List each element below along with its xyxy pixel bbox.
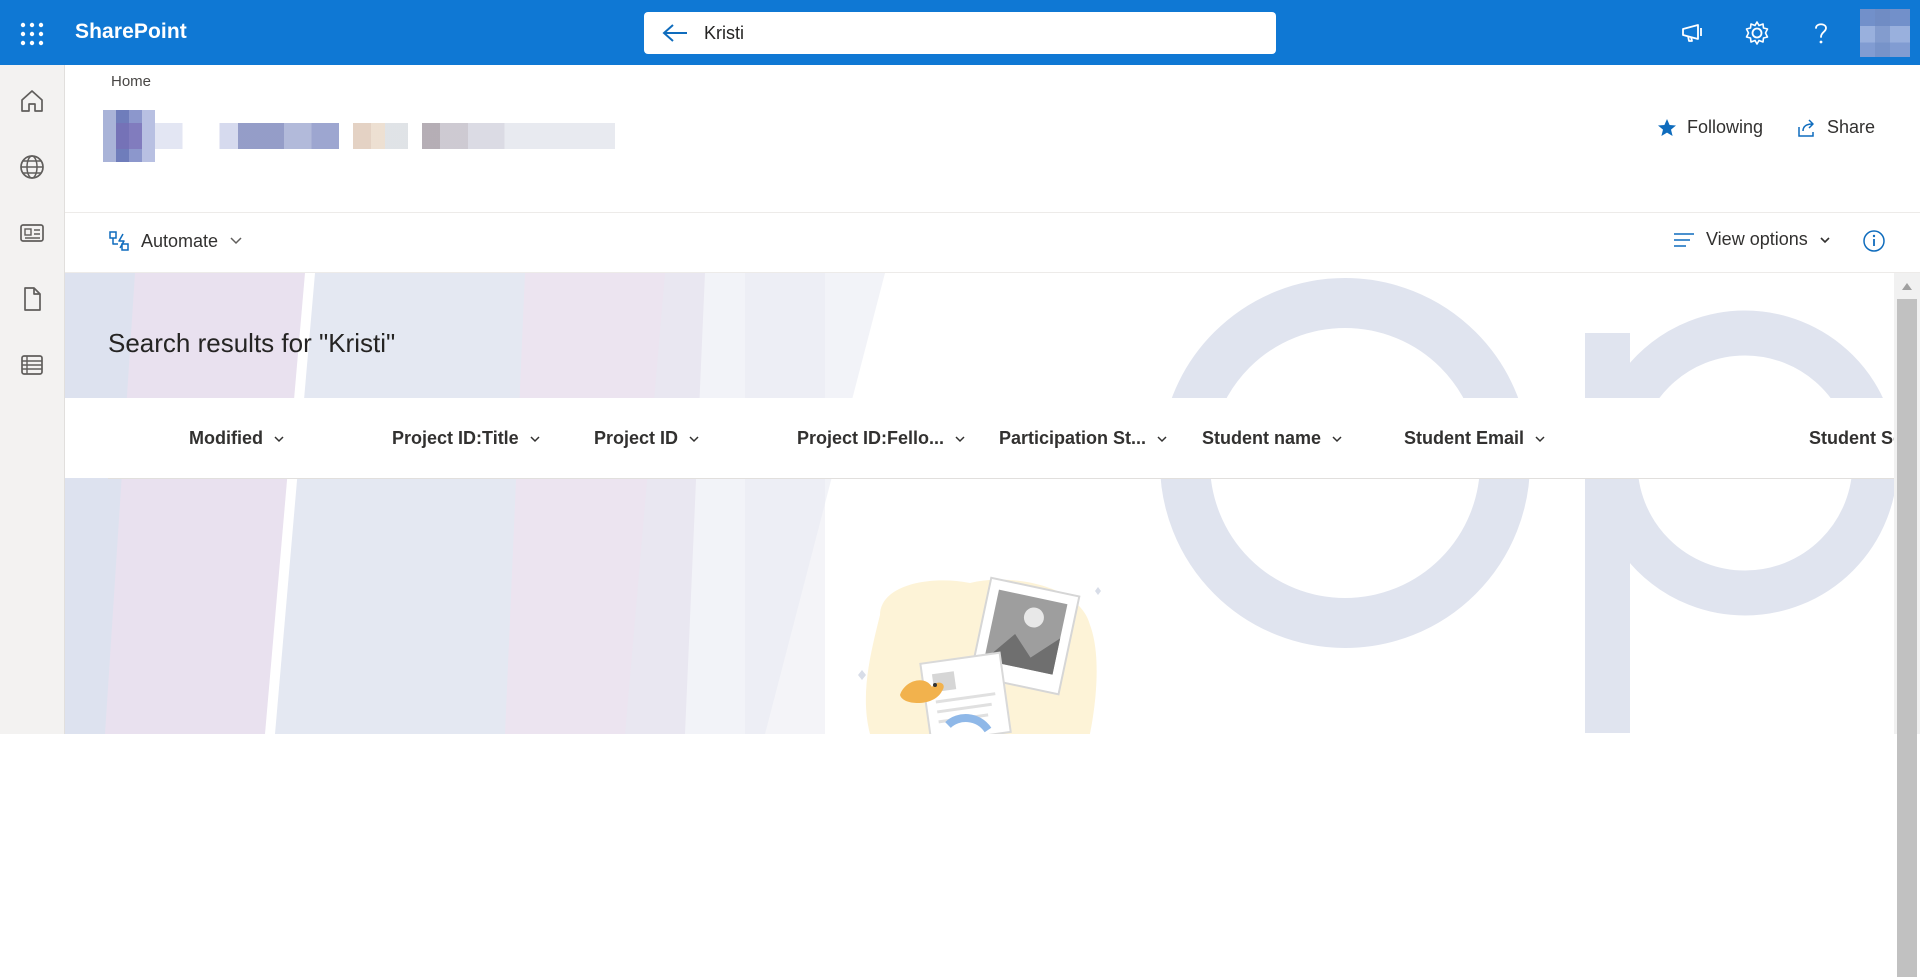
share-label: Share	[1827, 117, 1876, 137]
gear-icon[interactable]	[1742, 18, 1772, 48]
header-divider	[65, 212, 1920, 213]
chevron-down-icon	[955, 435, 965, 442]
column-header-participation-status[interactable]: Participation St...	[999, 428, 1168, 449]
megaphone-icon[interactable]	[1678, 18, 1708, 48]
chevron-down-icon	[1332, 435, 1342, 442]
column-header-student-name[interactable]: Student name	[1202, 428, 1343, 449]
chevron-down-icon	[230, 237, 242, 245]
scrollbar-thumb[interactable]	[1897, 299, 1917, 977]
back-arrow-icon[interactable]	[662, 23, 688, 43]
site-title-redacted	[155, 123, 615, 149]
avatar[interactable]	[1860, 9, 1910, 57]
app-brand[interactable]: SharePoint	[75, 20, 187, 44]
column-header-project-id-fellow[interactable]: Project ID:Fello...	[797, 428, 966, 449]
column-header-project-id-title[interactable]: Project ID:Title	[392, 428, 541, 449]
chevron-down-icon	[1157, 435, 1167, 442]
chevron-down-icon	[274, 435, 284, 442]
automate-menu-button[interactable]: Automate	[107, 229, 244, 253]
view-options-label: View options	[1706, 229, 1808, 249]
chevron-down-icon	[1820, 236, 1830, 243]
globe-icon[interactable]	[18, 153, 46, 181]
search-box[interactable]: Kristi	[644, 12, 1276, 54]
automate-flow-icon	[109, 231, 129, 251]
column-header-modified[interactable]: Modified	[189, 428, 285, 449]
search-results-title: Search results for "Kristi"	[108, 328, 396, 358]
view-options-button[interactable]: View options	[1672, 229, 1832, 250]
scroll-up-arrow-icon[interactable]	[1901, 281, 1913, 291]
follow-label: Following	[1687, 117, 1764, 137]
column-headers: Modified Project ID:Title Project ID Pro…	[108, 398, 1894, 479]
share-icon	[1798, 118, 1814, 137]
left-rail	[0, 65, 65, 734]
empty-state-illustration	[858, 576, 1101, 734]
home-icon[interactable]	[18, 87, 46, 115]
suite-bar: SharePoint Kristi	[0, 0, 1920, 65]
help-icon[interactable]	[1806, 18, 1836, 48]
automate-label: Automate	[141, 230, 219, 251]
document-icon[interactable]	[18, 285, 46, 313]
column-header-student-email[interactable]: Student Email	[1404, 428, 1546, 449]
app-launcher-icon[interactable]	[20, 22, 44, 46]
breadcrumb[interactable]: Home	[111, 73, 151, 90]
share-button[interactable]: Share	[1797, 117, 1875, 138]
info-icon[interactable]	[1862, 229, 1886, 253]
lines-icon	[1674, 232, 1694, 247]
vertical-scrollbar[interactable]	[1894, 273, 1920, 977]
column-header-student-school[interactable]: Student Sc	[1809, 428, 1894, 449]
list-icon[interactable]	[18, 351, 46, 379]
site-logo[interactable]	[103, 110, 155, 162]
chevron-down-icon	[1535, 435, 1545, 442]
news-icon[interactable]	[18, 219, 46, 247]
follow-button[interactable]: Following	[1657, 117, 1763, 138]
chevron-down-icon	[530, 435, 540, 442]
column-header-project-id[interactable]: Project ID	[594, 428, 700, 449]
search-input[interactable]: Kristi	[704, 23, 744, 44]
star-icon	[1658, 118, 1676, 136]
chevron-down-icon	[689, 435, 699, 442]
